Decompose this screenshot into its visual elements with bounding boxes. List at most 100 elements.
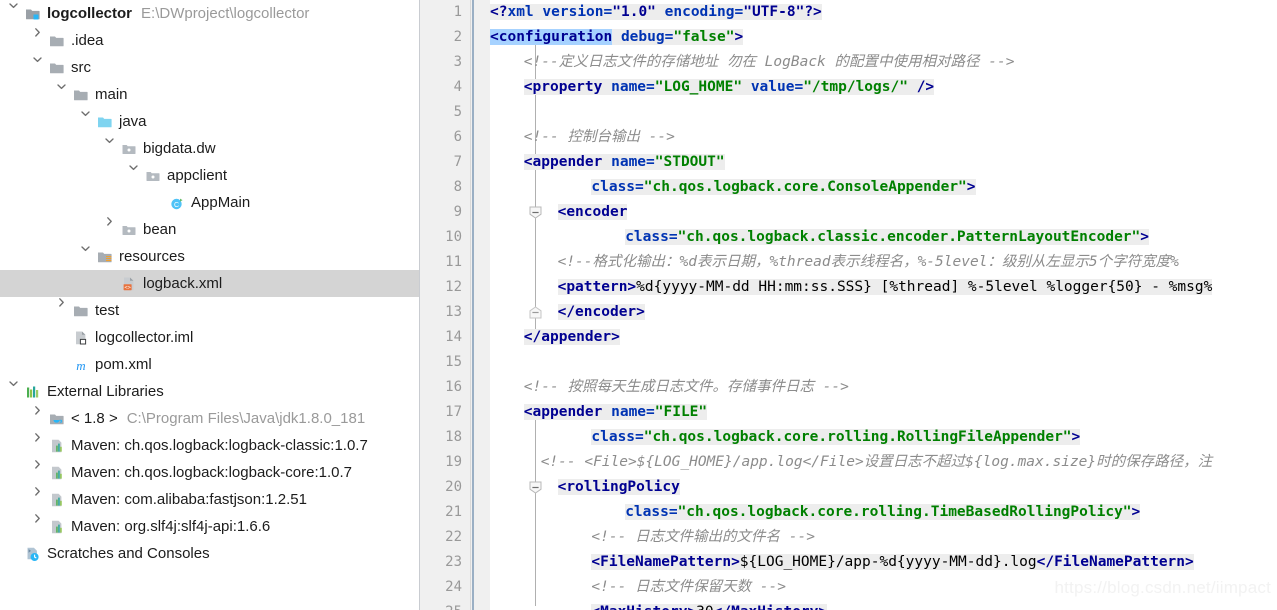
tree-item-label: logcollector.iml bbox=[95, 329, 194, 346]
code-line-14[interactable]: </appender> bbox=[490, 325, 620, 350]
chevron-right-icon[interactable] bbox=[32, 513, 47, 540]
tree-item-maven-com-alibaba-fastjson-1-2-51[interactable]: Maven: com.alibaba:fastjson:1.2.51 bbox=[0, 486, 419, 513]
code-line-4[interactable]: <property name="LOG_HOME" value="/tmp/lo… bbox=[490, 75, 935, 100]
chevron-right-icon[interactable] bbox=[104, 216, 119, 243]
code-line-16[interactable]: <!-- 按照每天生成日志文件。存储事件日志 --> bbox=[490, 375, 849, 400]
tree-item-appclient[interactable]: appclient bbox=[0, 162, 419, 189]
chevron-right-icon[interactable] bbox=[32, 459, 47, 486]
code-line-22[interactable]: <!-- 日志文件输出的文件名 --> bbox=[490, 525, 815, 550]
tree-item-idea[interactable]: .idea bbox=[0, 27, 419, 54]
chevron-down-icon[interactable] bbox=[56, 81, 71, 108]
chevron-down-icon[interactable] bbox=[80, 108, 95, 135]
code-line-11[interactable]: <!--格式化输出：%d表示日期，%thread表示线程名，%-5level：级… bbox=[490, 250, 1179, 275]
java-class-icon: C bbox=[167, 189, 187, 216]
tree-item-label: Maven: ch.qos.logback:logback-classic:1.… bbox=[71, 437, 368, 454]
package-icon bbox=[119, 135, 139, 162]
tree-item-logcollector-iml[interactable]: logcollector.iml bbox=[0, 324, 419, 351]
code-line-8[interactable]: class="ch.qos.logback.core.ConsoleAppend… bbox=[490, 175, 976, 200]
tree-item-label: AppMain bbox=[191, 194, 251, 211]
code-line-13[interactable]: </encoder> bbox=[490, 300, 645, 325]
tree-item-test[interactable]: test bbox=[0, 297, 419, 324]
package-icon bbox=[143, 162, 163, 189]
tree-item-label: Maven: org.slf4j:slf4j-api:1.6.6 bbox=[71, 518, 271, 535]
chevron-right-icon[interactable] bbox=[32, 486, 47, 513]
tree-item-logback-xml[interactable]: <> logback.xml bbox=[0, 270, 419, 297]
tree-item-label: src bbox=[71, 59, 91, 76]
code-line-19[interactable]: <!-- <File>${LOG_HOME}/app.log</File>设置日… bbox=[490, 450, 1212, 475]
project-tree-panel[interactable]: logcollector E:\DWproject\logcollector .id… bbox=[0, 0, 420, 610]
code-line-9[interactable]: <encoder bbox=[490, 200, 628, 225]
svg-text:C: C bbox=[174, 202, 179, 209]
chevron-down-icon[interactable] bbox=[104, 135, 119, 162]
code-line-12[interactable]: <pattern>%d{yyyy-MM-dd HH:mm:ss.SSS} [%t… bbox=[490, 275, 1213, 300]
code-line-24[interactable]: <!-- 日志文件保留天数 --> bbox=[490, 575, 786, 600]
tree-item-pom-xml[interactable]: m pom.xml bbox=[0, 351, 419, 378]
line-number: 9 bbox=[453, 204, 462, 220]
code-line-1[interactable]: <?xml version="1.0" encoding="UTF-8"?> bbox=[490, 0, 822, 25]
code-text-area[interactable]: <?xml version="1.0" encoding="UTF-8"?> <c… bbox=[490, 0, 1277, 610]
library-icon bbox=[47, 432, 67, 459]
folder-icon bbox=[47, 27, 67, 54]
line-number: 19 bbox=[445, 454, 462, 470]
line-number: 13 bbox=[445, 304, 462, 320]
tree-item-scratches-and-consoles[interactable]: Scratches and Consoles bbox=[0, 540, 419, 567]
chevron-right-icon[interactable] bbox=[56, 297, 71, 324]
library-icon bbox=[47, 486, 67, 513]
chevron-right-icon[interactable] bbox=[32, 432, 47, 459]
folder-icon bbox=[71, 297, 91, 324]
tree-item-maven-ch-qos-logback-logback-classic-1-0-7[interactable]: Maven: ch.qos.logback:logback-classic:1.… bbox=[0, 432, 419, 459]
tree-item-resources[interactable]: resources bbox=[0, 243, 419, 270]
code-line-21[interactable]: class="ch.qos.logback.core.rolling.TimeB… bbox=[490, 500, 1141, 525]
tree-item-label: External Libraries bbox=[47, 383, 164, 400]
code-line-6[interactable]: <!-- 控制台输出 --> bbox=[490, 125, 675, 150]
tree-item-label: Maven: com.alibaba:fastjson:1.2.51 bbox=[71, 491, 307, 508]
tree-item-label: logcollector bbox=[47, 5, 133, 22]
tree-item-external-libraries[interactable]: External Libraries bbox=[0, 378, 419, 405]
tree-item-bigdata-dw[interactable]: bigdata.dw bbox=[0, 135, 419, 162]
editor-left-marker bbox=[472, 0, 474, 610]
tree-item-maven-ch-qos-logback-logback-core-1-0-7[interactable]: Maven: ch.qos.logback:logback-core:1.0.7 bbox=[0, 459, 419, 486]
line-number: 10 bbox=[445, 229, 462, 245]
tree-item-src[interactable]: src bbox=[0, 54, 419, 81]
code-editor[interactable]: 1234567891011121314151617181920212223242… bbox=[420, 0, 1277, 610]
code-line-3[interactable]: <!--定义日志文件的存储地址 勿在 LogBack 的配置中使用相对路径 --… bbox=[490, 50, 1015, 75]
tree-item-1-8[interactable]: < 1.8 > C:\Program Files\Java\jdk1.8.0_18… bbox=[0, 405, 419, 432]
line-number: 22 bbox=[445, 529, 462, 545]
line-number: 24 bbox=[445, 579, 462, 595]
code-line-18[interactable]: class="ch.qos.logback.core.rolling.Rolli… bbox=[490, 425, 1081, 450]
chevron-down-icon[interactable] bbox=[128, 162, 143, 189]
chevron-down-icon[interactable] bbox=[8, 0, 23, 27]
chevron-down-icon[interactable] bbox=[8, 378, 23, 405]
chevron-down-icon[interactable] bbox=[32, 54, 47, 81]
tree-item-main[interactable]: main bbox=[0, 81, 419, 108]
tree-item-label: java bbox=[119, 113, 147, 130]
code-line-10[interactable]: class="ch.qos.logback.classic.encoder.Pa… bbox=[490, 225, 1149, 250]
line-number: 1 bbox=[453, 4, 462, 20]
chevron-down-icon[interactable] bbox=[80, 243, 95, 270]
tree-item-logcollector[interactable]: logcollector E:\DWproject\logcollector bbox=[0, 0, 419, 27]
tree-item-appmain[interactable]: C AppMain bbox=[0, 189, 419, 216]
tree-item-label: Maven: ch.qos.logback:logback-core:1.0.7 bbox=[71, 464, 352, 481]
tree-item-bean[interactable]: bean bbox=[0, 216, 419, 243]
code-line-17[interactable]: <appender name="FILE" bbox=[490, 400, 708, 425]
tree-item-path: E:\DWproject\logcollector bbox=[141, 5, 310, 22]
tree-item-label: resources bbox=[119, 248, 185, 265]
line-number: 4 bbox=[453, 79, 462, 95]
tree-item-label: bean bbox=[143, 221, 177, 238]
code-line-23[interactable]: <FileNamePattern>${LOG_HOME}/app-%d{yyyy… bbox=[490, 550, 1194, 575]
tree-item-label: main bbox=[95, 86, 128, 103]
tree-item-java[interactable]: java bbox=[0, 108, 419, 135]
iml-file-icon bbox=[71, 324, 91, 351]
chevron-right-icon[interactable] bbox=[32, 405, 47, 432]
code-line-2[interactable]: <configuration debug="false"> bbox=[490, 25, 744, 50]
code-line-25[interactable]: <MaxHistory>30</MaxHistory> bbox=[490, 600, 828, 610]
chevron-right-icon[interactable] bbox=[32, 27, 47, 54]
line-number: 23 bbox=[445, 554, 462, 570]
line-number: 16 bbox=[445, 379, 462, 395]
tree-item-maven-org-slf4j-slf4j-api-1-6-6[interactable]: Maven: org.slf4j:slf4j-api:1.6.6 bbox=[0, 513, 419, 540]
code-line-20[interactable]: <rollingPolicy bbox=[490, 475, 680, 500]
tree-item-label: pom.xml bbox=[95, 356, 152, 373]
code-line-7[interactable]: <appender name="STDOUT" bbox=[490, 150, 725, 175]
xml-file-icon: <> bbox=[119, 270, 139, 297]
